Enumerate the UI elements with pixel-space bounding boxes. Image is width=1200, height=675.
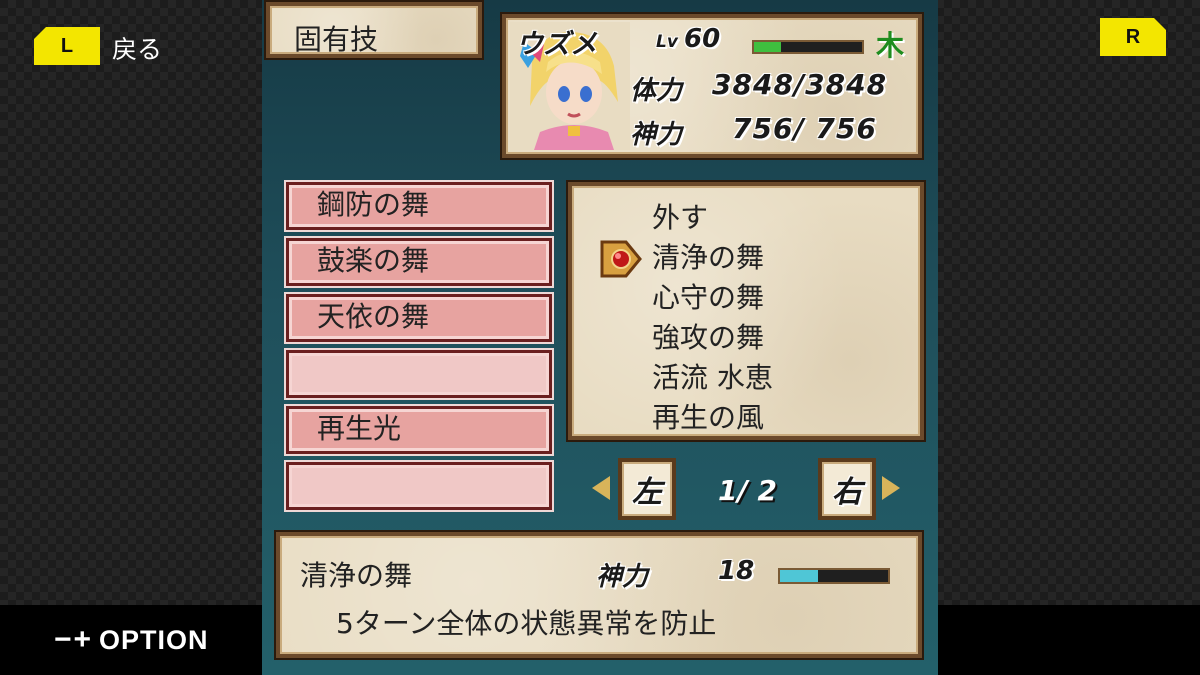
option-bar[interactable]: −+ OPTION	[0, 605, 262, 675]
hp-value: 3848/3848	[712, 68, 888, 101]
skill-option[interactable]: 再生の風	[652, 396, 764, 436]
menu-title-panel: 固有技	[266, 2, 482, 58]
bottom-strip	[938, 605, 1200, 675]
mp-value: 756/ 756	[732, 112, 877, 145]
equipped-slot[interactable]: 天依の舞	[286, 294, 552, 342]
exp-bar	[752, 40, 864, 54]
character-name: ウズメ	[516, 29, 597, 60]
equipped-slot[interactable]: 鋼防の舞	[286, 182, 552, 230]
level-value: 60	[684, 24, 721, 54]
r-shoulder-button[interactable]: R	[1100, 18, 1166, 56]
hp-label: 体力	[630, 76, 683, 106]
skill-description-panel: 清浄の舞 神力 18 5ターン全体の状態異常を防止	[276, 532, 922, 658]
cost-label: 神力	[596, 562, 649, 592]
minus-plus-icon: −+	[54, 623, 94, 656]
equipped-slot[interactable]	[286, 462, 552, 510]
skill-option[interactable]: 活流 水恵	[652, 356, 773, 396]
skill-description-text: 5ターン全体の状態異常を防止	[336, 607, 717, 640]
skill-option[interactable]: 外す	[652, 196, 708, 236]
game-screen: 固有技 ウズメ Lv 60 木 体力 3848/3848 神力 756/ 756…	[262, 0, 938, 675]
page-indicator: 1/ 2	[718, 474, 777, 507]
page-left-button[interactable]: 左	[618, 458, 676, 520]
skill-option[interactable]: 心守の舞	[652, 276, 764, 316]
selected-skill-name: 清浄の舞	[300, 559, 413, 592]
back-label[interactable]: 戻る	[112, 30, 162, 66]
page-left-arrow-icon[interactable]	[592, 476, 610, 500]
element-label: 木	[876, 29, 905, 62]
skill-option[interactable]: 清浄の舞	[652, 236, 764, 276]
skill-option[interactable]: 強攻の舞	[652, 316, 764, 356]
cost-value: 18	[718, 556, 755, 586]
equipped-slot[interactable]: 鼓楽の舞	[286, 238, 552, 286]
mp-label: 神力	[630, 120, 683, 150]
character-status-panel: ウズメ Lv 60 木 体力 3848/3848 神力 756/ 756	[502, 14, 922, 158]
page-right-button[interactable]: 右	[818, 458, 876, 520]
equipped-slot[interactable]	[286, 350, 552, 398]
page-right-arrow-icon[interactable]	[882, 476, 900, 500]
equipped-slot[interactable]: 再生光	[286, 406, 552, 454]
option-label: OPTION	[99, 624, 209, 655]
level-label: Lv	[656, 32, 678, 52]
menu-title: 固有技	[294, 23, 379, 56]
exp-bar-fill	[754, 42, 781, 52]
l-shoulder-button[interactable]: L	[34, 27, 100, 65]
pointer-cursor-icon	[600, 240, 642, 278]
cost-bar-fill	[780, 570, 818, 582]
cost-bar	[778, 568, 890, 584]
skill-list-panel: 外す 清浄の舞 心守の舞 強攻の舞 活流 水恵 再生の風	[568, 182, 924, 440]
